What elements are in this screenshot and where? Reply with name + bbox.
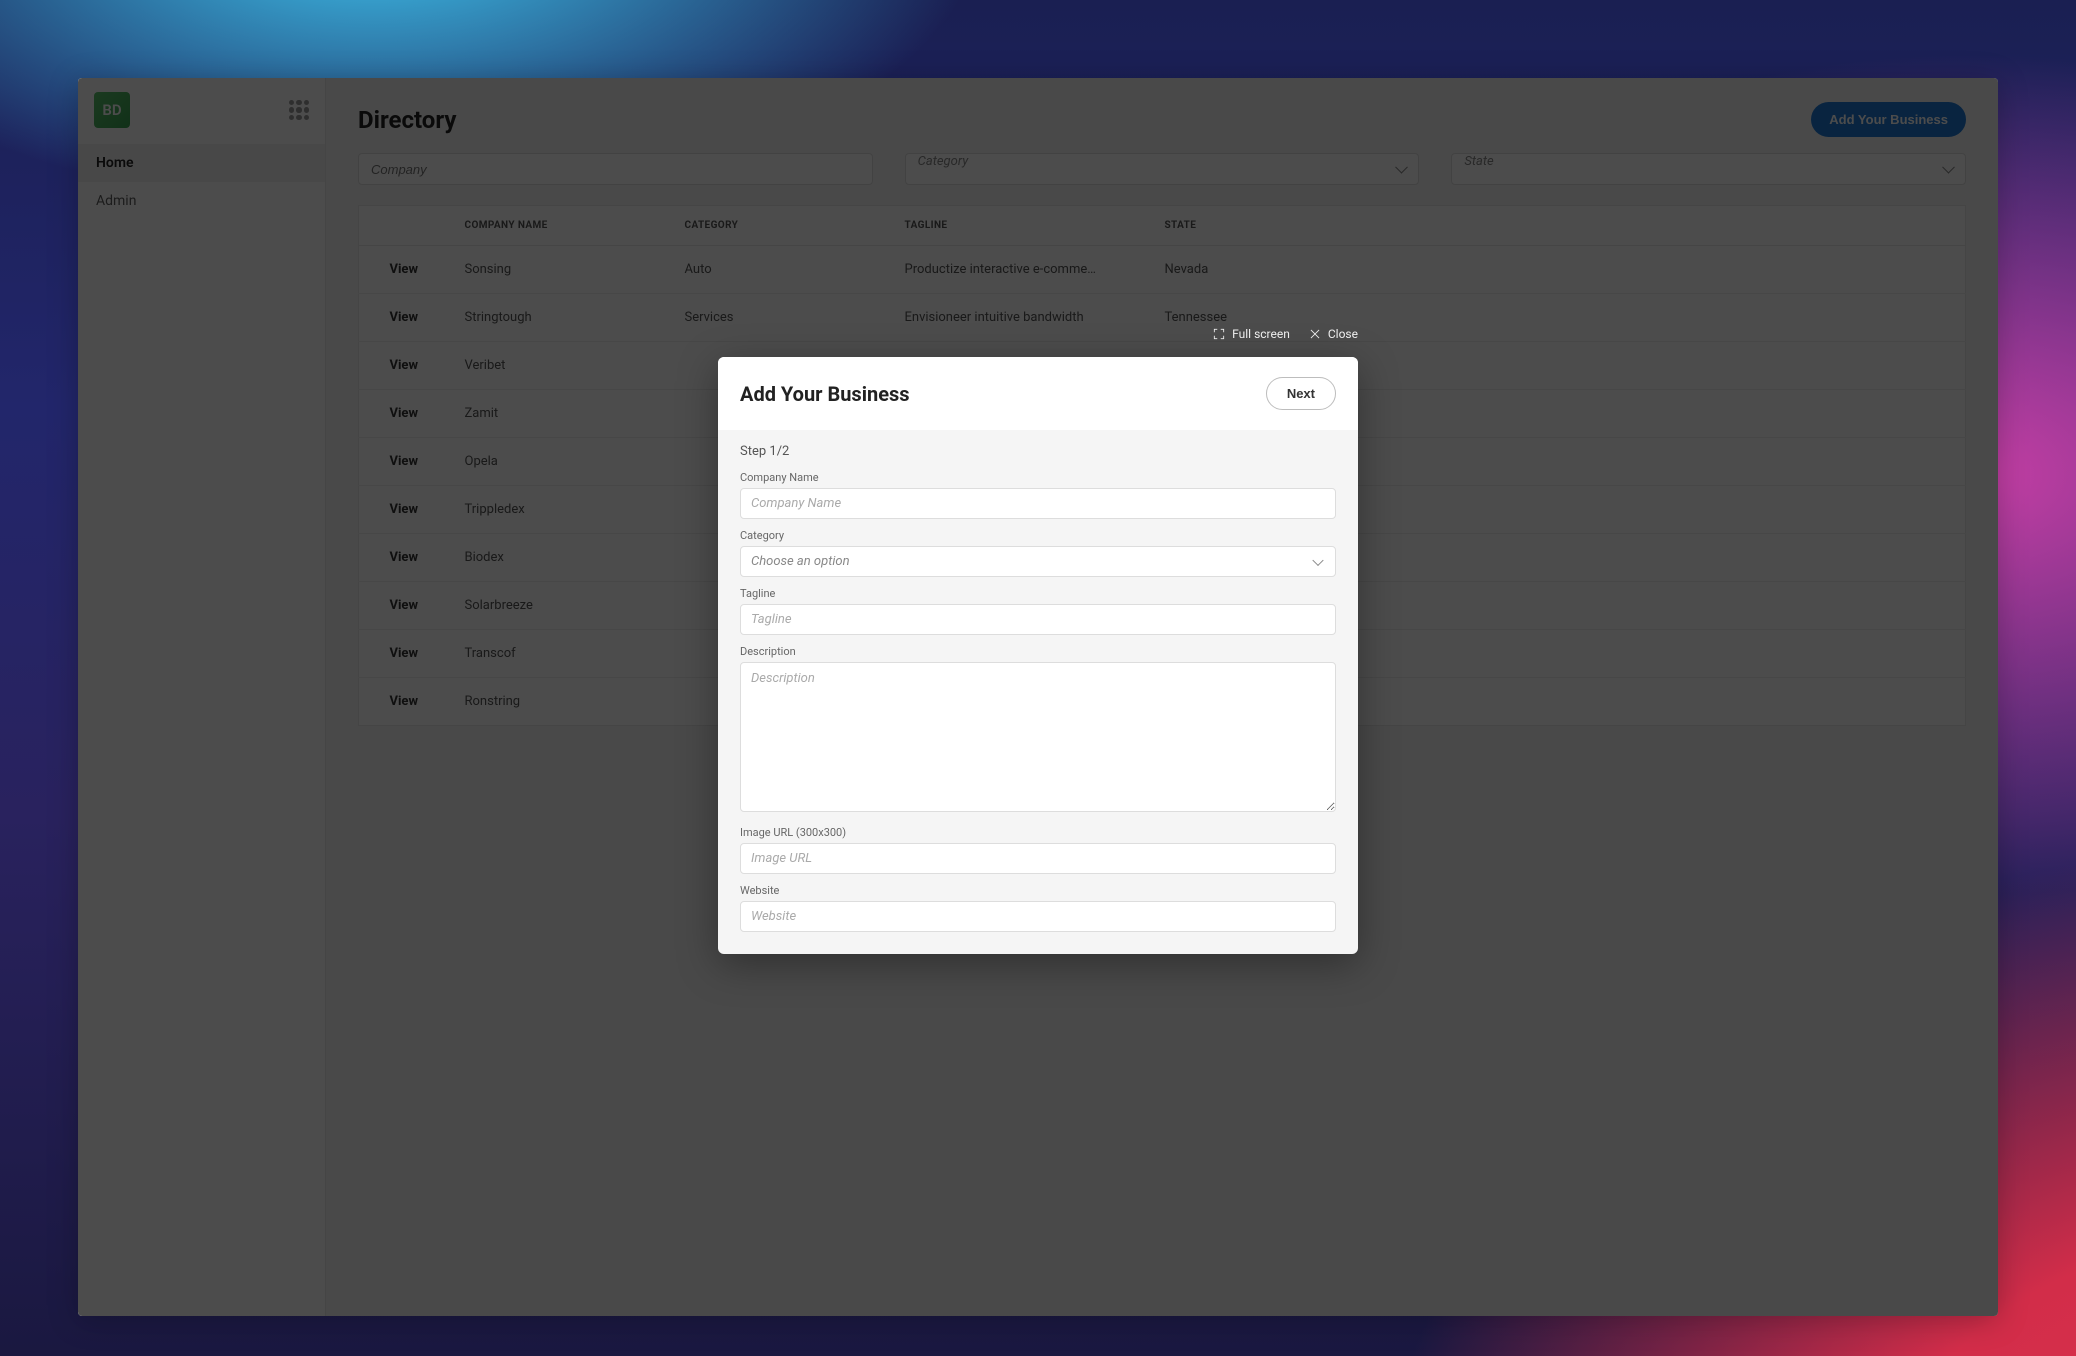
label-tagline: Tagline	[740, 587, 1336, 600]
modal-wrap: Full screen Close Add Your Business Next…	[718, 357, 1358, 954]
fullscreen-icon	[1212, 327, 1226, 341]
label-category: Category	[740, 529, 1336, 542]
description-textarea[interactable]	[740, 662, 1336, 812]
modal-body: Step 1/2 Company Name Category Choose an…	[718, 430, 1358, 954]
close-label: Close	[1328, 327, 1358, 341]
label-website: Website	[740, 884, 1336, 897]
fullscreen-label: Full screen	[1232, 327, 1290, 341]
next-button[interactable]: Next	[1266, 377, 1336, 410]
modal-title: Add Your Business	[740, 382, 910, 406]
image-url-input[interactable]	[740, 843, 1336, 874]
close-icon	[1308, 327, 1322, 341]
category-select[interactable]: Choose an option	[740, 546, 1336, 577]
label-image-url: Image URL (300x300)	[740, 826, 1336, 839]
label-company-name: Company Name	[740, 471, 1336, 484]
company-name-input[interactable]	[740, 488, 1336, 519]
close-button[interactable]: Close	[1308, 327, 1358, 341]
label-description: Description	[740, 645, 1336, 658]
modal-window-controls: Full screen Close	[1212, 327, 1358, 341]
tagline-input[interactable]	[740, 604, 1336, 635]
add-business-modal: Add Your Business Next Step 1/2 Company …	[718, 357, 1358, 954]
step-indicator: Step 1/2	[740, 444, 1336, 459]
fullscreen-button[interactable]: Full screen	[1212, 327, 1290, 341]
website-input[interactable]	[740, 901, 1336, 932]
modal-header: Add Your Business Next	[718, 357, 1358, 430]
